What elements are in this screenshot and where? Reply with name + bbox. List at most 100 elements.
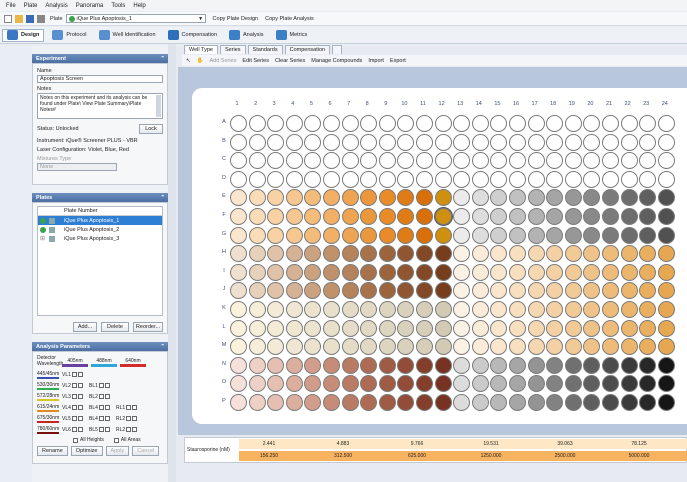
plate-well[interactable] bbox=[583, 338, 601, 356]
plate-well[interactable] bbox=[509, 208, 526, 225]
plate-well[interactable] bbox=[453, 226, 471, 244]
plate-well[interactable] bbox=[378, 375, 396, 393]
plate-well[interactable] bbox=[657, 356, 675, 374]
plate-well[interactable] bbox=[360, 263, 378, 281]
plate-well[interactable] bbox=[509, 263, 526, 281]
plate-well[interactable] bbox=[620, 375, 638, 393]
plate-well[interactable] bbox=[602, 338, 619, 356]
plate-well[interactable] bbox=[360, 133, 378, 151]
plates-header[interactable]: Plates ⌃ bbox=[32, 193, 168, 202]
plate-well[interactable] bbox=[564, 356, 582, 374]
checkbox[interactable] bbox=[132, 427, 138, 432]
plate-well[interactable] bbox=[546, 282, 564, 300]
plate-well[interactable] bbox=[285, 189, 303, 207]
plate-well[interactable] bbox=[341, 375, 359, 393]
plate-well[interactable] bbox=[583, 226, 601, 244]
plate-well[interactable] bbox=[285, 338, 303, 356]
plate-well[interactable] bbox=[620, 301, 638, 318]
plate-well[interactable] bbox=[620, 170, 638, 188]
plate-well[interactable] bbox=[416, 263, 433, 281]
plate-well[interactable] bbox=[341, 152, 359, 170]
plate-well[interactable] bbox=[602, 301, 619, 318]
plate-well[interactable] bbox=[509, 170, 526, 188]
plate-well[interactable] bbox=[434, 282, 452, 300]
plate-well[interactable] bbox=[509, 319, 526, 337]
plate-well[interactable] bbox=[546, 301, 564, 318]
plate-well[interactable] bbox=[285, 115, 303, 132]
plate-well[interactable] bbox=[304, 245, 322, 263]
plate-row-1[interactable]: iQue Plus Apoptosis_1 bbox=[38, 216, 162, 225]
plate-well[interactable] bbox=[564, 152, 582, 170]
checkbox[interactable] bbox=[98, 416, 104, 421]
checkbox[interactable] bbox=[126, 416, 132, 421]
plate-well[interactable] bbox=[657, 189, 675, 207]
plate-well[interactable] bbox=[248, 394, 266, 411]
tab-standards[interactable]: Standards bbox=[247, 45, 283, 54]
plate-well[interactable] bbox=[248, 263, 266, 281]
plate-well[interactable] bbox=[657, 338, 675, 356]
plate-well[interactable] bbox=[285, 356, 303, 374]
plate-well[interactable] bbox=[267, 301, 285, 318]
copy-plate-analysis-link[interactable]: Copy Plate Analysis bbox=[265, 16, 314, 22]
plate-well[interactable] bbox=[285, 319, 303, 337]
all-areas-toggle[interactable]: All Areas bbox=[113, 437, 141, 443]
plate-well[interactable] bbox=[639, 301, 657, 318]
plate-well[interactable] bbox=[416, 375, 433, 393]
plate-well[interactable] bbox=[639, 245, 657, 263]
channel-toggle[interactable]: VL3 bbox=[62, 394, 86, 400]
save-icon[interactable] bbox=[26, 14, 34, 23]
plate-well[interactable] bbox=[564, 245, 582, 263]
checkbox[interactable] bbox=[77, 394, 83, 399]
plate-well[interactable] bbox=[248, 338, 266, 356]
add-plate-button[interactable]: Add... bbox=[73, 322, 97, 332]
plate-well[interactable] bbox=[471, 189, 489, 207]
plate-well[interactable] bbox=[509, 189, 526, 207]
plate-well[interactable] bbox=[434, 189, 452, 207]
plate-well[interactable] bbox=[434, 301, 452, 318]
plate-well[interactable] bbox=[248, 115, 266, 132]
plate-well[interactable] bbox=[323, 245, 340, 263]
plate-well[interactable] bbox=[490, 356, 508, 374]
plate-well[interactable] bbox=[564, 189, 582, 207]
plate-well[interactable] bbox=[360, 356, 378, 374]
plate-well[interactable] bbox=[620, 115, 638, 132]
plate-well[interactable] bbox=[397, 319, 415, 337]
menu-tools[interactable]: Tools bbox=[111, 3, 125, 9]
plate-well[interactable] bbox=[267, 152, 285, 170]
collapse-icon[interactable]: ⌃ bbox=[160, 344, 165, 350]
plate-well[interactable] bbox=[267, 282, 285, 300]
plate-well[interactable] bbox=[602, 208, 619, 225]
plate-well[interactable] bbox=[248, 356, 266, 374]
plate-well[interactable] bbox=[285, 263, 303, 281]
checkbox[interactable] bbox=[77, 383, 83, 388]
plate-well[interactable] bbox=[341, 319, 359, 337]
plate-well[interactable] bbox=[416, 170, 433, 188]
plate-well[interactable] bbox=[639, 338, 657, 356]
plate-well[interactable] bbox=[267, 189, 285, 207]
plate-well[interactable] bbox=[620, 338, 638, 356]
plate-well[interactable] bbox=[639, 208, 657, 225]
plate-well[interactable] bbox=[583, 282, 601, 300]
plate-well[interactable] bbox=[416, 282, 433, 300]
apply-button[interactable]: Apply bbox=[105, 446, 130, 456]
plate-well[interactable] bbox=[360, 338, 378, 356]
checkbox[interactable] bbox=[98, 383, 104, 388]
plate-well[interactable] bbox=[583, 245, 601, 263]
plate-well[interactable] bbox=[267, 356, 285, 374]
module-analysis[interactable]: Analysis bbox=[225, 29, 267, 42]
plate-well[interactable] bbox=[378, 152, 396, 170]
plate-well[interactable] bbox=[323, 208, 340, 225]
plate-well[interactable] bbox=[471, 375, 489, 393]
plate-well[interactable] bbox=[360, 245, 378, 263]
plate-well[interactable] bbox=[360, 189, 378, 207]
plate-well[interactable] bbox=[657, 319, 675, 337]
plate-well[interactable] bbox=[304, 263, 322, 281]
plate-well[interactable] bbox=[378, 189, 396, 207]
plate-well[interactable] bbox=[509, 133, 526, 151]
experiment-header[interactable]: Experiment ⌃ bbox=[32, 54, 168, 63]
plate-well[interactable] bbox=[416, 115, 433, 132]
menu-help[interactable]: Help bbox=[133, 3, 145, 9]
plate-well[interactable] bbox=[602, 356, 619, 374]
optimize-button[interactable]: Optimize bbox=[70, 446, 103, 456]
plate-well[interactable] bbox=[657, 282, 675, 300]
